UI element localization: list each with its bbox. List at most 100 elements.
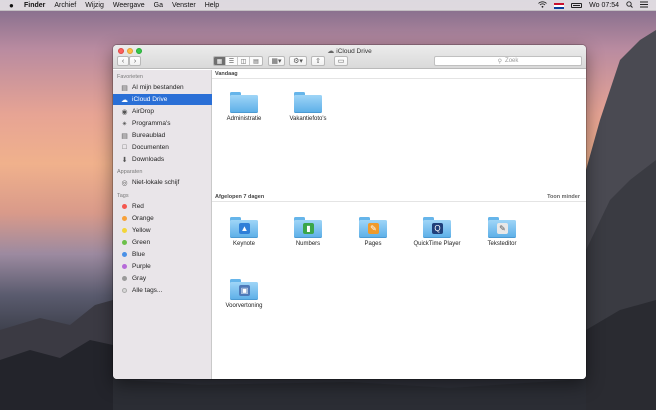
coverflow-view-button[interactable]: ▤ [250, 57, 262, 65]
back-button[interactable]: ‹ [117, 56, 129, 66]
share-button[interactable]: ⇧ [311, 56, 325, 66]
sidebar-tag-orange[interactable]: Orange [113, 213, 212, 224]
menu-finder[interactable]: Finder [24, 0, 45, 11]
menu-wijzig[interactable]: Wijzig [85, 0, 104, 11]
sidebar: Favorieten ▤ Al mijn bestanden ☁ iCloud Dr… [113, 70, 212, 379]
tag-orange-dot [122, 216, 127, 221]
sidebar-tag-gray[interactable]: Gray [113, 273, 212, 284]
wifi-icon[interactable] [538, 1, 547, 10]
app-voorvertoning[interactable]: ▣ Voorvertoning [212, 279, 276, 309]
tag-red-dot [122, 204, 127, 209]
sidebar-heading-tags: Tags [117, 193, 129, 199]
sidebar-item-icloud-drive[interactable]: ☁ iCloud Drive [113, 94, 212, 105]
menu-weergave[interactable]: Weergave [113, 0, 145, 11]
folder-icon: Q [423, 217, 451, 238]
sidebar-tag-purple[interactable]: Purple [113, 261, 212, 272]
apple-menu-icon[interactable]: ● [9, 0, 16, 11]
input-source-flag-icon[interactable] [554, 2, 565, 9]
sidebar-heading-devices: Apparaten [117, 169, 143, 175]
sidebar-item-remote-disc[interactable]: ◎ Niet-lokale schijf [113, 177, 212, 188]
menubar-clock[interactable]: Wo 07:54 [589, 2, 619, 9]
file-browser-content: Vandaag Administratie Vakantiefoto's Afg… [212, 70, 586, 379]
tag-yellow-dot [122, 228, 127, 233]
gear-icon: ⚙▾ [293, 57, 303, 65]
documents-icon: □ [122, 144, 127, 151]
preview-icon: ▣ [239, 285, 250, 296]
search-icon: ⚲ [497, 58, 503, 65]
menu-bar: ● Finder Archief Wijzig Weergave Ga Vens… [0, 0, 656, 11]
folder-icon [230, 92, 258, 113]
folder-icon: ▣ [230, 279, 258, 300]
cloud-icon: ☁ [121, 96, 128, 104]
finder-window: ☁ iCloud Drive ‹ › ▦ ☰ ◫ ▤ ▦▾ ⚙▾ ⇧ ▭ ⚲ Zo… [113, 45, 586, 379]
sidebar-tag-blue[interactable]: Blue [113, 249, 212, 260]
folder-icon: ▮ [294, 217, 322, 238]
app-keynote[interactable]: ▲ Keynote [212, 217, 276, 247]
pages-icon: ✎ [368, 223, 379, 234]
menu-archief[interactable]: Archief [54, 0, 76, 11]
menu-help[interactable]: Help [205, 0, 219, 11]
folder-vakantiefotos[interactable]: Vakantiefoto's [276, 92, 340, 122]
numbers-icon: ▮ [303, 223, 314, 234]
battery-icon[interactable] [571, 3, 583, 8]
arrange-icon: ▦▾ [271, 57, 282, 65]
sidebar-item-all-files[interactable]: ▤ Al mijn bestanden [113, 82, 212, 93]
tag-purple-dot [122, 264, 127, 269]
app-pages[interactable]: ✎ Pages [341, 217, 405, 247]
app-numbers[interactable]: ▮ Numbers [276, 217, 340, 247]
list-view-button[interactable]: ☰ [226, 57, 238, 65]
keynote-icon: ▲ [239, 223, 250, 234]
folder-administratie[interactable]: Administratie [212, 92, 276, 122]
forward-button[interactable]: › [129, 56, 141, 66]
spotlight-icon[interactable] [626, 1, 633, 10]
tag-green-dot [122, 240, 127, 245]
tag-gray-dot [122, 276, 127, 281]
tag-icon: ▭ [337, 57, 345, 65]
icloud-title-icon: ☁ [327, 48, 335, 55]
menu-ga[interactable]: Ga [154, 0, 163, 11]
sidebar-tag-red[interactable]: Red [113, 201, 212, 212]
folder-icon: ▲ [230, 217, 258, 238]
sidebar-item-applications[interactable]: ✴ Programma's [113, 118, 212, 129]
sidebar-item-desktop[interactable]: ▤ Bureaublad [113, 130, 212, 141]
view-mode-segmented-control: ▦ ☰ ◫ ▤ [213, 56, 263, 66]
sidebar-item-airdrop[interactable]: ◉ AirDrop [113, 106, 212, 117]
search-input[interactable]: ⚲ Zoek [434, 56, 582, 66]
disk-icon: ◎ [121, 179, 128, 187]
chevron-right-icon: › [133, 57, 137, 65]
textedit-icon: ✎ [497, 223, 508, 234]
chevron-left-icon: ‹ [121, 57, 125, 65]
folder-icon [294, 92, 322, 113]
icon-view-button[interactable]: ▦ [214, 57, 226, 65]
arrange-button[interactable]: ▦▾ [268, 56, 285, 66]
tag-blue-dot [122, 252, 127, 257]
share-icon: ⇧ [315, 57, 321, 65]
sidebar-tag-green[interactable]: Green [113, 237, 212, 248]
all-files-icon: ▤ [121, 84, 128, 92]
window-toolbar: ☁ iCloud Drive ‹ › ▦ ☰ ◫ ▤ ▦▾ ⚙▾ ⇧ ▭ ⚲ Zo… [113, 45, 586, 69]
app-teksteditor[interactable]: ✎ Teksteditor [470, 217, 534, 247]
folder-icon: ✎ [488, 217, 516, 238]
sidebar-all-tags[interactable]: Alle tags... [113, 285, 212, 296]
airdrop-icon: ◉ [121, 108, 128, 116]
quicktime-icon: Q [432, 223, 443, 234]
sidebar-item-downloads[interactable]: ⬇ Downloads [113, 154, 212, 165]
applications-icon: ✴ [121, 120, 128, 128]
section-heading-today: Vandaag [212, 71, 586, 79]
downloads-icon: ⬇ [121, 156, 128, 164]
sidebar-heading-favorites: Favorieten [117, 74, 143, 80]
action-button[interactable]: ⚙▾ [289, 56, 307, 66]
tags-button[interactable]: ▭ [334, 56, 348, 66]
desktop-icon: ▤ [121, 132, 128, 140]
folder-icon: ✎ [359, 217, 387, 238]
sidebar-item-documents[interactable]: □ Documenten [113, 142, 212, 153]
app-quicktime-player[interactable]: Q QuickTime Player [405, 217, 469, 247]
menu-venster[interactable]: Venster [172, 0, 196, 11]
notification-center-icon[interactable] [640, 1, 648, 10]
show-less-link[interactable]: Toon minder [547, 194, 580, 200]
window-title: ☁ iCloud Drive [327, 48, 372, 55]
all-tags-dot-icon [122, 288, 127, 293]
sidebar-tag-yellow[interactable]: Yellow [113, 225, 212, 236]
section-heading-last-7-days: Afgelopen 7 dagen Toon minder [212, 194, 586, 202]
column-view-button[interactable]: ◫ [238, 57, 250, 65]
